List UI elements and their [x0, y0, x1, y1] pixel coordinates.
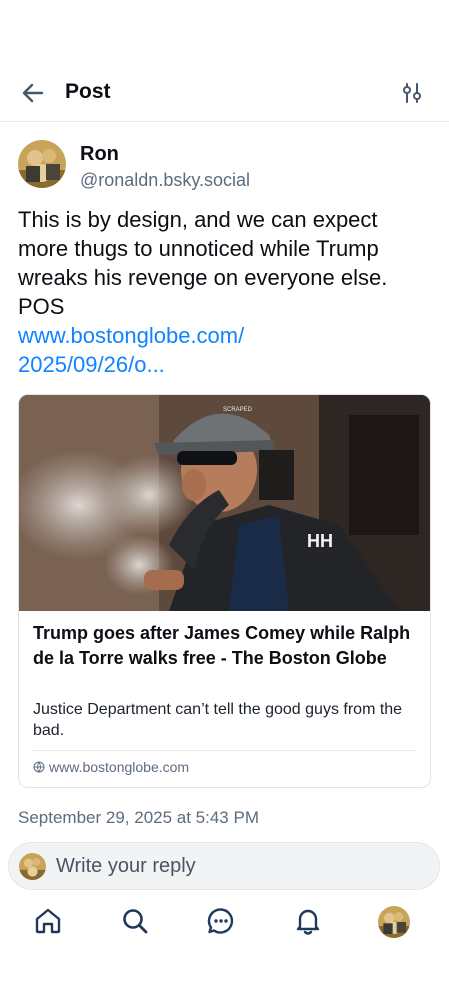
- tab-profile[interactable]: [378, 906, 410, 938]
- post-timestamp: September 29, 2025 at 5:43 PM: [18, 808, 259, 827]
- home-icon: [35, 908, 61, 934]
- card-title: Trump goes after James Comey while Ralph…: [33, 623, 411, 668]
- profile-avatar: [378, 906, 410, 938]
- reply-input[interactable]: Write your reply: [8, 842, 440, 890]
- post-header: Post: [0, 62, 449, 122]
- author-avatar[interactable]: [18, 140, 66, 188]
- link-preview-card[interactable]: SCRAPED HH Trump goes after James Comey …: [18, 394, 431, 788]
- post-link[interactable]: www.bostonglobe.com/ 2025/09/26/o...: [18, 321, 433, 379]
- reply-placeholder: Write your reply: [56, 855, 196, 877]
- search-icon: [123, 909, 148, 934]
- tab-search[interactable]: [120, 906, 150, 936]
- thread-settings-button[interactable]: [401, 82, 423, 104]
- tab-notifications[interactable]: [293, 906, 323, 936]
- card-image: SCRAPED HH: [19, 395, 430, 611]
- tab-home[interactable]: [33, 906, 63, 936]
- card-description: Justice Department can’t tell the good g…: [33, 701, 403, 739]
- cap-text: SCRAPED: [223, 407, 253, 413]
- jacket-logo: HH: [307, 531, 333, 551]
- card-domain: www.bostonglobe.com: [33, 759, 189, 775]
- tab-chat[interactable]: [206, 906, 236, 936]
- post-body: This is by design, and we can expect mor…: [18, 205, 433, 379]
- author-handle[interactable]: @ronaldn.bsky.social: [80, 170, 250, 191]
- post-link-line1: www.bostonglobe.com/: [18, 323, 245, 348]
- bottom-tab-bar: [0, 900, 449, 950]
- chat-icon: [207, 908, 234, 934]
- page-title: Post: [65, 80, 111, 103]
- user-avatar: [19, 853, 46, 880]
- arrow-left-icon: [22, 83, 44, 103]
- card-divider: [33, 750, 417, 751]
- sliders-icon: [403, 83, 421, 103]
- post-link-line2: 2025/09/26/o...: [18, 352, 165, 377]
- back-button[interactable]: [20, 80, 46, 106]
- author-name[interactable]: Ron: [80, 143, 119, 166]
- post-text: This is by design, and we can expect mor…: [18, 207, 388, 319]
- card-domain-text: www.bostonglobe.com: [49, 759, 190, 775]
- globe-icon: [33, 761, 45, 773]
- bell-icon: [296, 909, 320, 935]
- post-author[interactable]: Ron @ronaldn.bsky.social: [18, 140, 433, 196]
